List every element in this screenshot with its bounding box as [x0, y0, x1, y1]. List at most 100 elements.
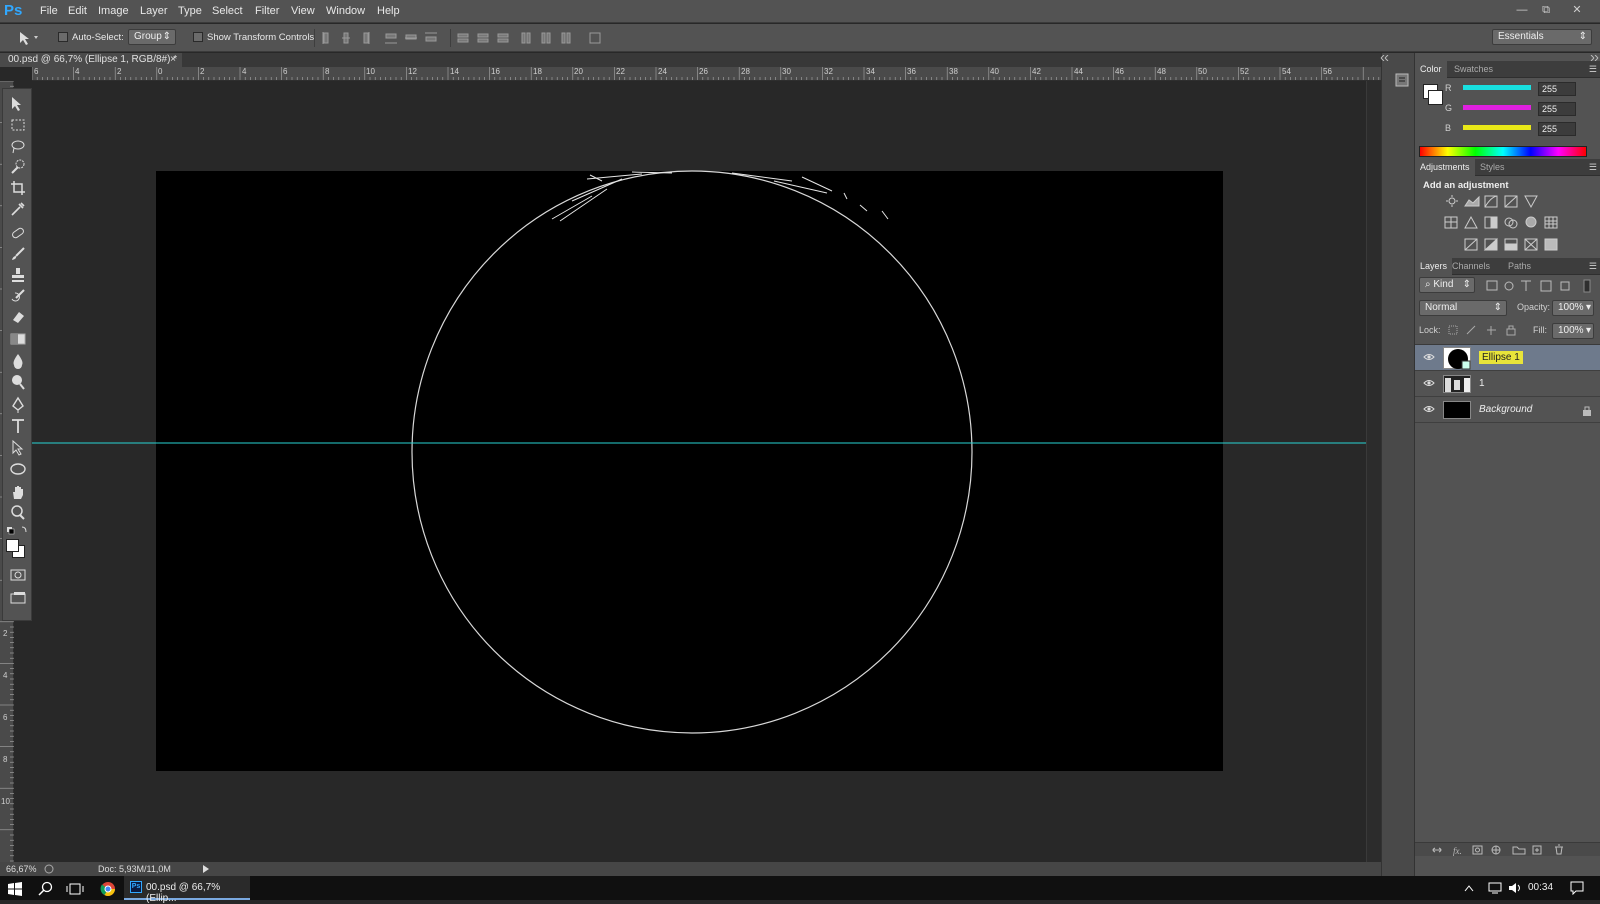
zoom-level[interactable]: 66,67%: [6, 862, 37, 876]
close-window-icon[interactable]: ✕: [1569, 3, 1585, 17]
fill-input[interactable]: 100% ▾: [1552, 323, 1594, 339]
quick-selection-tool-icon[interactable]: [9, 158, 27, 176]
tab-paths[interactable]: Paths: [1503, 258, 1536, 275]
tab-color[interactable]: Color: [1415, 61, 1447, 78]
lock-icons[interactable]: [1447, 323, 1517, 337]
show-transform-checkbox[interactable]: [193, 32, 203, 42]
task-view-icon[interactable]: [66, 881, 84, 897]
collapse-arrows-icon[interactable]: [1380, 55, 1390, 61]
adjustment-icons[interactable]: [1443, 194, 1573, 256]
layer-filter-icons[interactable]: [1485, 279, 1597, 293]
menu-image[interactable]: Image: [98, 5, 129, 17]
layer-name-ellipse[interactable]: Ellipse 1: [1479, 351, 1523, 364]
layer-lock-icon[interactable]: [1582, 405, 1592, 416]
blue-value[interactable]: 255: [1538, 122, 1576, 136]
eraser-tool-icon[interactable]: [9, 308, 27, 326]
ruler-label: 12: [408, 67, 417, 76]
panel-menu-icon[interactable]: ☰: [1589, 261, 1597, 272]
history-panel-icon[interactable]: [1394, 72, 1410, 88]
tray-chevron-icon[interactable]: [1464, 884, 1474, 892]
panel-menu-icon[interactable]: ☰: [1589, 64, 1597, 75]
color-background-swatch[interactable]: [1428, 90, 1443, 105]
red-value[interactable]: 255: [1538, 82, 1576, 96]
opacity-input[interactable]: 100% ▾: [1552, 300, 1594, 316]
layer-row-1[interactable]: 1: [1415, 371, 1600, 397]
quick-mask-icon[interactable]: [9, 566, 27, 584]
path-selection-tool-icon[interactable]: [9, 439, 27, 457]
layer-row-ellipse[interactable]: Ellipse 1: [1415, 345, 1600, 371]
layer-filter-dropdown[interactable]: ⌕ Kind ⇕: [1419, 277, 1475, 293]
align-icons[interactable]: [322, 30, 442, 46]
layer-name-background[interactable]: Background: [1479, 404, 1532, 415]
layer-action-icons[interactable]: fx.: [1429, 844, 1589, 856]
menu-filter[interactable]: Filter: [255, 5, 279, 17]
visibility-eye-icon[interactable]: [1423, 352, 1435, 362]
chrome-icon[interactable]: [100, 881, 116, 897]
vertical-scrollbar[interactable]: [1366, 81, 1381, 863]
menu-layer[interactable]: Layer: [140, 5, 168, 17]
crop-tool-icon[interactable]: [9, 179, 27, 197]
volume-icon[interactable]: [1508, 882, 1522, 894]
screen-mode-icon[interactable]: [9, 589, 27, 607]
move-tool-preset-icon[interactable]: [18, 30, 44, 46]
windows-start-icon[interactable]: [8, 882, 22, 896]
tab-swatches[interactable]: Swatches: [1449, 61, 1498, 78]
zoom-tool-icon[interactable]: [9, 504, 27, 522]
tab-styles[interactable]: Styles: [1475, 159, 1510, 176]
blend-mode-dropdown[interactable]: Normal ⇕: [1419, 300, 1507, 316]
auto-select-dropdown[interactable]: Group ⇕: [128, 29, 176, 45]
dodge-tool-icon[interactable]: [9, 373, 27, 391]
foreground-color-swatch[interactable]: [6, 539, 19, 552]
green-slider[interactable]: [1463, 105, 1531, 110]
hand-tool-icon[interactable]: [9, 483, 27, 501]
taskbar-photoshop-button[interactable]: Ps 00.psd @ 66,7% (Ellip...: [124, 876, 250, 904]
document-canvas[interactable]: [32, 81, 1381, 863]
blue-slider[interactable]: [1463, 125, 1531, 130]
green-value[interactable]: 255: [1538, 102, 1576, 116]
healing-brush-tool-icon[interactable]: [9, 224, 27, 242]
workspace-dropdown[interactable]: Essentials ⇕: [1492, 29, 1592, 45]
layer-name-1[interactable]: 1: [1479, 378, 1485, 389]
status-menu-arrow-icon[interactable]: [202, 865, 210, 873]
menu-file[interactable]: File: [40, 5, 58, 17]
close-tab-icon[interactable]: ×: [170, 53, 176, 67]
action-center-icon[interactable]: [1570, 881, 1584, 895]
network-icon[interactable]: [1488, 882, 1502, 894]
visibility-eye-icon[interactable]: [1423, 404, 1435, 414]
document-tab[interactable]: 00.psd @ 66,7% (Ellipse 1, RGB/8#) * ×: [0, 53, 182, 67]
visibility-eye-icon[interactable]: [1423, 378, 1435, 388]
menu-help[interactable]: Help: [377, 5, 400, 17]
menu-window[interactable]: Window: [326, 5, 365, 17]
menu-select[interactable]: Select: [212, 5, 243, 17]
red-slider[interactable]: [1463, 85, 1531, 90]
ellipse-tool-icon[interactable]: [9, 460, 27, 478]
panel-menu-icon[interactable]: ☰: [1589, 162, 1597, 173]
restore-icon[interactable]: ⧉: [1538, 3, 1554, 17]
marquee-tool-icon[interactable]: [9, 116, 27, 134]
swap-default-colors-icon[interactable]: [6, 525, 30, 535]
distribute-icons[interactable]: [456, 30, 606, 46]
move-tool-icon[interactable]: [9, 95, 27, 113]
clock: 00:34: [1528, 882, 1554, 893]
eyedropper-tool-icon[interactable]: [9, 200, 27, 218]
menu-view[interactable]: View: [291, 5, 315, 17]
menu-type[interactable]: Type: [178, 5, 202, 17]
search-icon[interactable]: [38, 881, 54, 897]
brush-tool-icon[interactable]: [9, 245, 27, 263]
clone-stamp-tool-icon[interactable]: [9, 266, 27, 284]
layer-row-background[interactable]: Background: [1415, 397, 1600, 423]
tab-channels[interactable]: Channels: [1447, 258, 1495, 275]
pen-tool-icon[interactable]: [9, 396, 27, 414]
color-spectrum[interactable]: [1419, 146, 1587, 157]
auto-select-checkbox[interactable]: [58, 32, 68, 42]
canvas-workspace[interactable]: [32, 81, 1381, 863]
ruler-label: 6: [3, 713, 8, 722]
type-tool-icon[interactable]: [9, 417, 27, 435]
minimize-icon[interactable]: —: [1514, 3, 1530, 17]
lasso-tool-icon[interactable]: [9, 137, 27, 155]
menu-edit[interactable]: Edit: [68, 5, 87, 17]
history-brush-tool-icon[interactable]: [9, 287, 27, 305]
tab-adjustments[interactable]: Adjustments: [1415, 159, 1475, 176]
gradient-tool-icon[interactable]: [9, 330, 27, 348]
blur-tool-icon[interactable]: [9, 352, 27, 370]
